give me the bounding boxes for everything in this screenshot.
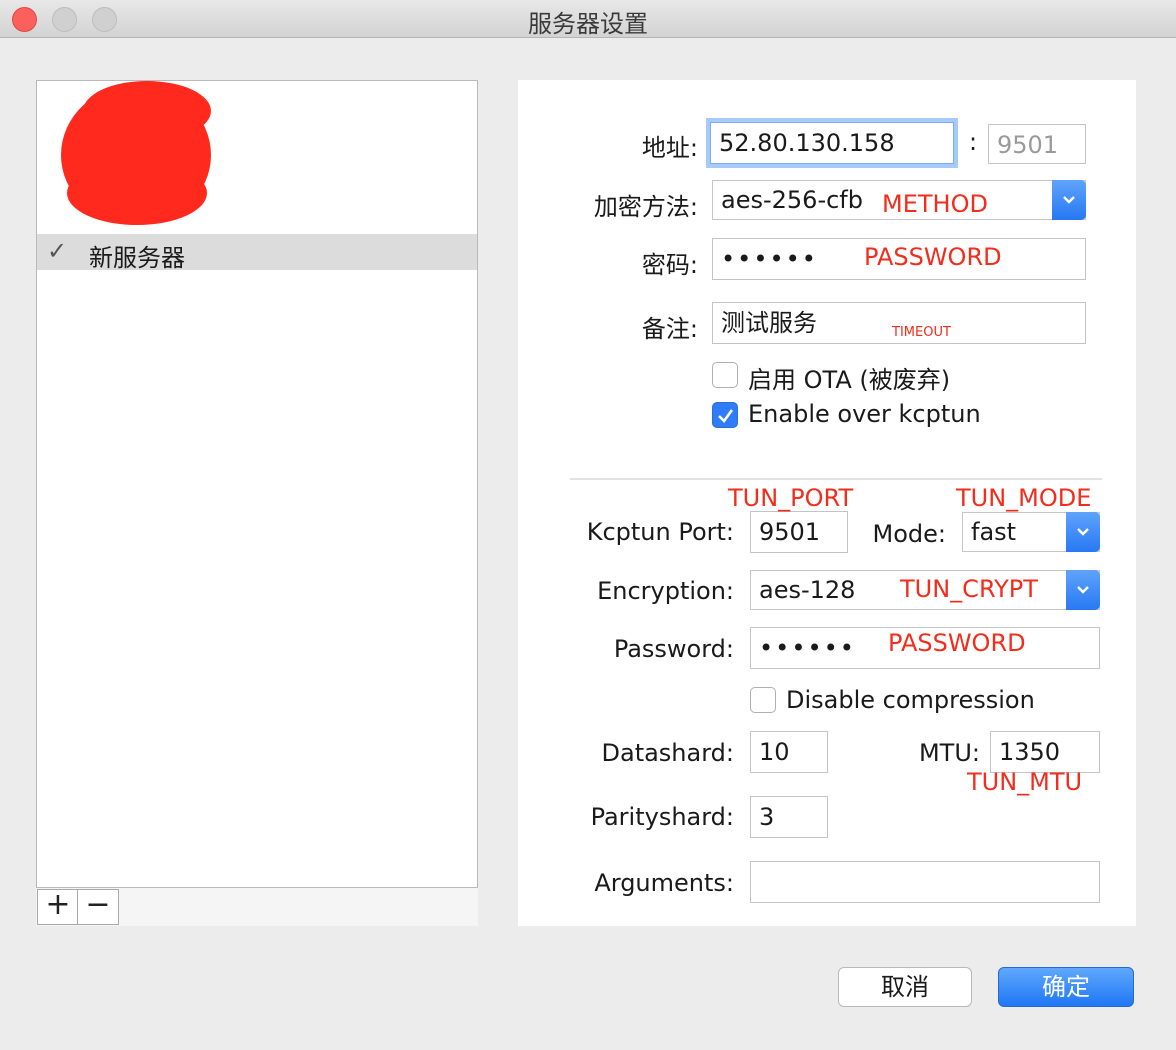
encryption-label: Encryption: [597, 577, 734, 605]
arguments-label: Arguments: [594, 869, 734, 897]
remove-server-button[interactable]: − [77, 889, 119, 925]
annotation-method: METHOD [882, 190, 988, 218]
window-title: 服务器设置 [528, 10, 648, 38]
mode-select[interactable]: fast [962, 512, 1100, 552]
method-label: 加密方法: [593, 193, 698, 221]
annotation-tun-mode: TUN_MODE [956, 484, 1092, 512]
server-list[interactable]: ✓ 新服务器 [36, 80, 478, 888]
kcptun-port-input[interactable]: 9501 [750, 511, 848, 553]
cancel-button[interactable]: 取消 [838, 967, 972, 1007]
encryption-value: aes-128 [759, 576, 856, 604]
kcptun-port-label: Kcptun Port: [586, 518, 734, 546]
mode-label: Mode: [872, 520, 946, 548]
disable-compression-label: Disable compression [786, 686, 1035, 714]
datashard-input[interactable]: 10 [750, 731, 828, 773]
chevron-down-icon [1052, 180, 1086, 220]
ota-label: 启用 OTA (被废弃) [748, 366, 951, 394]
annotation-tun-mtu: TUN_MTU [967, 768, 1083, 796]
arguments-input[interactable] [750, 861, 1100, 903]
checkmark-icon: ✓ [47, 237, 68, 265]
mtu-input[interactable]: 1350 [990, 731, 1100, 773]
redaction-scribble [83, 81, 211, 141]
section-divider [570, 478, 1102, 480]
add-server-button[interactable]: + [37, 889, 79, 925]
kcptun-checkbox[interactable] [712, 402, 738, 428]
mode-value: fast [971, 518, 1017, 546]
ota-checkbox[interactable] [712, 362, 738, 388]
kcptun-password-label: Password: [613, 635, 734, 663]
list-toolbar: + − [36, 888, 478, 926]
parityshard-input[interactable]: 3 [750, 796, 828, 838]
annotation-tun-crypt: TUN_CRYPT [900, 575, 1038, 603]
parityshard-label: Parityshard: [590, 803, 734, 831]
redaction-scribble [67, 161, 207, 225]
port-separator: : [968, 128, 978, 156]
disable-compression-checkbox[interactable] [750, 687, 776, 713]
chevron-down-icon [1066, 512, 1100, 552]
remark-label: 备注: [641, 315, 698, 343]
mtu-label: MTU: [918, 739, 980, 767]
method-value: aes-256-cfb [721, 186, 863, 214]
list-item-server[interactable]: ✓ 新服务器 [37, 234, 477, 272]
chevron-down-icon [1066, 570, 1100, 610]
list-item-label: 新服务器 [89, 244, 185, 272]
port-input[interactable]: 9501 [988, 124, 1086, 164]
address-input[interactable]: 52.80.130.158 [710, 122, 954, 164]
annotation-tun-port: TUN_PORT [728, 484, 854, 512]
annotation-tun-password: PASSWORD [888, 629, 1026, 657]
address-label: 地址: [641, 134, 698, 162]
annotation-password: PASSWORD [864, 243, 1002, 271]
datashard-label: Datashard: [601, 739, 735, 767]
title-bar: 服务器设置 [0, 0, 1176, 38]
annotation-timeout: TIMEOUT [892, 325, 951, 340]
password-label: 密码: [641, 251, 698, 279]
checkmark-icon [718, 409, 734, 423]
ok-button[interactable]: 确定 [998, 967, 1134, 1007]
kcptun-label: Enable over kcptun [748, 400, 981, 428]
